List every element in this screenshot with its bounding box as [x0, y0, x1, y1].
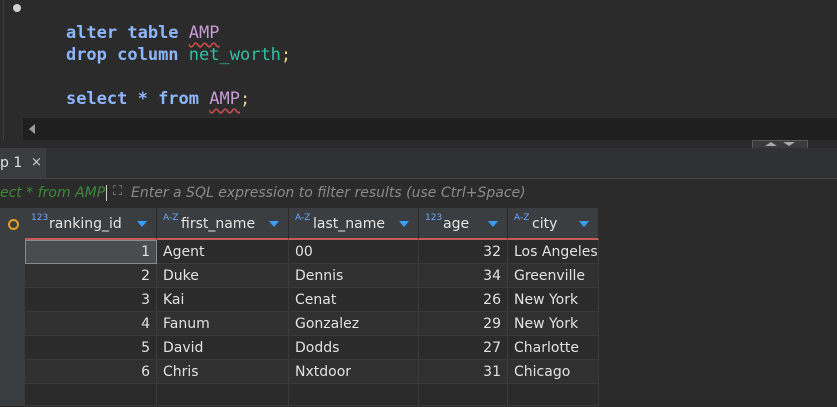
table-cell[interactable]: New York — [508, 288, 599, 312]
table-cell[interactable]: 31 — [419, 360, 508, 384]
sort-dropdown-icon[interactable] — [579, 221, 589, 227]
row-header[interactable] — [0, 264, 25, 289]
column-name: first_name — [181, 216, 256, 232]
maximize-up-icon[interactable] — [765, 142, 777, 146]
table-cell[interactable]: New York — [508, 312, 599, 336]
table-cell[interactable]: Dodds — [289, 336, 419, 360]
column-name: last_name — [313, 216, 385, 232]
column-name: age — [443, 216, 470, 232]
semicolon: ; — [280, 45, 292, 65]
sort-dropdown-icon[interactable] — [269, 221, 279, 227]
empty-cell — [25, 384, 157, 406]
row-header[interactable] — [0, 336, 25, 361]
close-icon[interactable]: × — [31, 148, 42, 178]
sort-dropdown-icon[interactable] — [488, 221, 498, 227]
empty-cell — [289, 384, 419, 406]
sql-editor[interactable]: alter table AMP drop column net_worth; s… — [0, 0, 837, 142]
text-type-icon: A-Z — [295, 213, 311, 223]
column-header-city[interactable]: A-Z city — [508, 208, 599, 240]
table-cell[interactable]: Charlotte — [508, 336, 599, 360]
row-header[interactable] — [0, 312, 25, 337]
column-name: net_worth — [188, 45, 281, 65]
row-header[interactable] — [0, 240, 25, 265]
column-header-last-name[interactable]: A-Z last_name — [289, 208, 419, 240]
filter-query-text: ect * from AMP — [0, 185, 106, 201]
table-cell[interactable]: Gonzalez — [289, 312, 419, 336]
table-cell[interactable]: Fanum — [157, 312, 289, 336]
table-cell[interactable]: 6 — [25, 360, 157, 384]
semicolon: ; — [239, 89, 251, 109]
tab-results[interactable]: p 1 × — [0, 148, 46, 178]
table-cell[interactable]: Greenville — [508, 264, 599, 288]
table-cell[interactable]: 32 — [419, 240, 508, 264]
table-cell[interactable]: 00 — [289, 240, 419, 264]
panel-splitter[interactable] — [0, 140, 837, 148]
column-name: ranking_id — [49, 216, 122, 232]
table-cell[interactable]: 27 — [419, 336, 508, 360]
table-cell[interactable]: Chicago — [508, 360, 599, 384]
row-header — [0, 384, 25, 407]
table-cell[interactable]: 1 — [25, 240, 157, 264]
numeric-type-icon: 123 — [31, 213, 49, 223]
filter-bar: ect * from AMP ⛶ Enter a SQL expression … — [0, 182, 837, 204]
fold-marker-icon[interactable] — [13, 4, 21, 12]
table-cell[interactable]: 2 — [25, 264, 157, 288]
table-cell[interactable]: 5 — [25, 336, 157, 360]
table-cell[interactable]: 34 — [419, 264, 508, 288]
table-cell[interactable]: Kai — [157, 288, 289, 312]
empty-cell — [419, 384, 508, 406]
table-cell[interactable]: Chris — [157, 360, 289, 384]
row-header[interactable] — [0, 360, 25, 385]
column-header-ranking-id[interactable]: 123 ranking_id — [25, 208, 157, 240]
table-cell[interactable]: David — [157, 336, 289, 360]
maximize-down-icon[interactable] — [783, 142, 795, 146]
row-status-icon — [8, 219, 19, 230]
table-cell[interactable]: 3 — [25, 288, 157, 312]
sort-dropdown-icon[interactable] — [399, 221, 409, 227]
editor-gutter — [3, 0, 4, 142]
row-header[interactable] — [0, 288, 25, 313]
sort-dropdown-icon[interactable] — [137, 221, 147, 227]
text-type-icon: A-Z — [514, 213, 530, 223]
table-cell[interactable]: Nxtdoor — [289, 360, 419, 384]
empty-cell — [157, 384, 289, 406]
text-type-icon: A-Z — [163, 213, 179, 223]
editor-horizontal-scrollbar[interactable] — [23, 118, 837, 140]
empty-cell — [508, 384, 599, 406]
table-cell[interactable]: Duke — [157, 264, 289, 288]
sql-keyword: select * from — [65, 89, 200, 109]
table-cell[interactable]: Agent — [157, 240, 289, 264]
sql-keyword: drop column — [65, 45, 179, 65]
filter-expand-icon[interactable]: ⛶ — [113, 185, 127, 199]
tab-label: p 1 — [0, 155, 23, 171]
table-cell[interactable]: Dennis — [289, 264, 419, 288]
table-cell[interactable]: 26 — [419, 288, 508, 312]
grid-corner[interactable] — [0, 208, 26, 241]
results-tab-bar: p 1 × — [0, 148, 837, 179]
column-header-age[interactable]: 123 age — [419, 208, 508, 240]
table-cell[interactable]: 4 — [25, 312, 157, 336]
table-name: AMP — [209, 89, 240, 109]
table-cell[interactable]: Cenat — [289, 288, 419, 312]
numeric-type-icon: 123 — [425, 213, 443, 223]
table-cell[interactable]: 29 — [419, 312, 508, 336]
column-header-first-name[interactable]: A-Z first_name — [157, 208, 289, 240]
text-cursor — [106, 185, 107, 201]
column-name: city — [532, 216, 558, 232]
filter-input[interactable]: Enter a SQL expression to filter results… — [131, 182, 526, 204]
table-cell[interactable]: Los Angeles — [508, 240, 599, 264]
scroll-left-icon[interactable] — [29, 124, 35, 134]
